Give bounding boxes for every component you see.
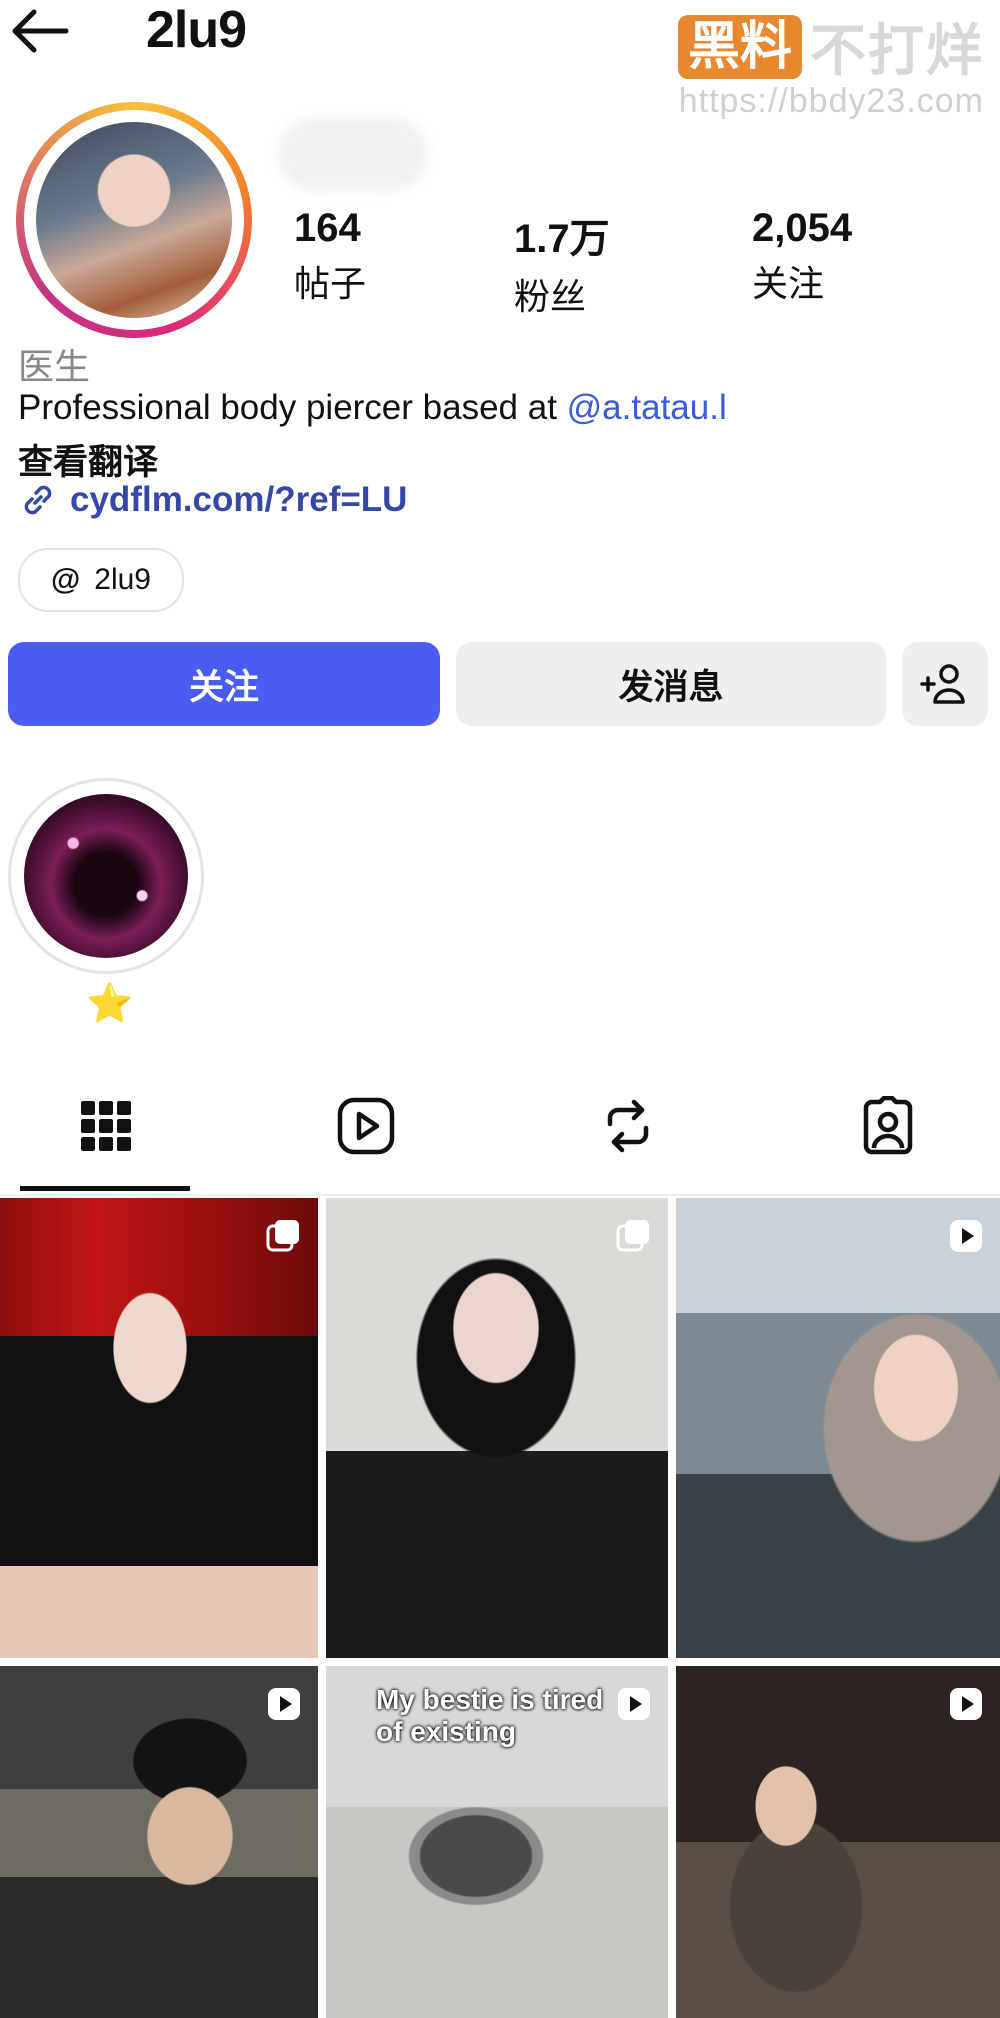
bio-text: Professional body piercer based at [18, 388, 567, 427]
carousel-icon [266, 1220, 299, 1252]
tagged-icon [863, 1096, 913, 1155]
suggested-users-button[interactable] [902, 642, 988, 726]
active-tab-indicator [20, 1186, 190, 1191]
post-thumbnail[interactable] [0, 1198, 318, 1658]
carousel-icon [616, 1220, 649, 1252]
post-thumbnail[interactable] [676, 1666, 1000, 2018]
profile-bio: Professional body piercer based at @a.ta… [18, 388, 727, 428]
profile-link-text: cydflm.com/?ref=LU [70, 480, 408, 519]
threads-handle: 2lu9 [94, 563, 151, 596]
watermark-badge: 黑料 [677, 14, 802, 79]
threads-badge[interactable]: @ 2lu9 [18, 548, 184, 612]
bio-mention-link[interactable]: @a.tatau.l [567, 388, 727, 427]
stat-followers-label: 粉丝 [514, 276, 587, 317]
highlight-cover[interactable] [24, 794, 188, 958]
post-caption: My bestie is tired of existing [376, 1684, 604, 1747]
follow-button[interactable]: 关注 [8, 642, 440, 726]
tab-posts[interactable] [74, 1094, 138, 1158]
watermark-text: 不打烊 [810, 19, 984, 82]
message-button[interactable]: 发消息 [456, 642, 886, 726]
highlight-label: ⭐ [86, 983, 134, 1025]
tab-reposts[interactable] [596, 1094, 660, 1158]
avatar[interactable] [36, 122, 232, 318]
grid-icon [81, 1101, 131, 1151]
back-arrow-icon[interactable] [8, 4, 72, 58]
stat-posts[interactable]: 164 帖子 [294, 206, 366, 307]
reel-icon [950, 1688, 982, 1720]
reels-icon [337, 1097, 395, 1155]
link-icon [24, 485, 52, 515]
stat-followers[interactable]: 1.7万 粉丝 [514, 206, 610, 320]
post-thumbnail[interactable] [326, 1198, 668, 1658]
watermark-url: https://bbdy23.com [678, 82, 984, 120]
stat-followers-value: 1.7万 [514, 217, 610, 261]
tab-reels[interactable] [334, 1094, 398, 1158]
stat-posts-value: 164 [294, 206, 361, 250]
stat-following-label: 关注 [752, 263, 825, 304]
watermark: 黑料 不打烊 [677, 6, 984, 87]
add-user-icon [920, 664, 965, 704]
reposts-icon [607, 1099, 649, 1153]
reel-icon [950, 1220, 982, 1252]
blurred-display-name [278, 118, 428, 190]
see-translation-link[interactable]: 查看翻译 [18, 434, 158, 485]
stat-posts-label: 帖子 [294, 263, 367, 304]
post-thumbnail[interactable] [676, 1198, 1000, 1658]
profile-tabs [0, 1064, 1000, 1196]
profile-category: 医生 [18, 346, 91, 387]
reel-icon [618, 1688, 650, 1720]
profile-link[interactable]: cydflm.com/?ref=LU [18, 480, 407, 520]
tab-tagged[interactable] [856, 1094, 920, 1158]
profile-username: 2lu9 [146, 1, 247, 59]
post-thumbnail[interactable]: My bestie is tired of existing [326, 1666, 668, 2018]
reel-icon [268, 1688, 300, 1720]
threads-icon: @ [51, 563, 81, 596]
post-thumbnail[interactable] [0, 1666, 318, 2018]
stat-following[interactable]: 2,054 关注 [752, 206, 852, 307]
stat-following-value: 2,054 [752, 206, 853, 250]
